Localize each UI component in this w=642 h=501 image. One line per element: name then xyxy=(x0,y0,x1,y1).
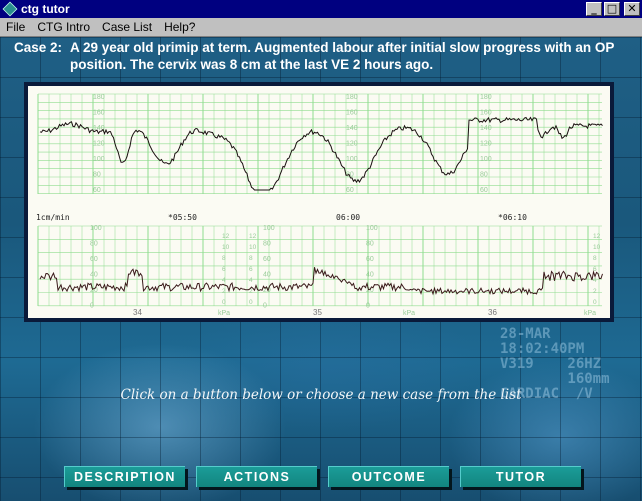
minimize-button[interactable]: _ xyxy=(586,2,602,16)
toco-scale-label: 40 xyxy=(366,272,374,279)
toco-scale-label: 40 xyxy=(263,272,271,279)
kpa-scale-label: 4 xyxy=(593,277,597,284)
kpa-scale-label: 12 xyxy=(593,233,601,240)
page-number: 36 xyxy=(488,308,497,317)
kpa-scale-label: 0 xyxy=(593,299,597,306)
fhr-scale-label: 120 xyxy=(480,141,492,148)
fhr-scale-label: 100 xyxy=(93,156,105,163)
paper-speed-label: 1cm/min xyxy=(36,213,70,222)
fhr-scale-label: 120 xyxy=(93,141,105,148)
page-number: 35 xyxy=(313,308,322,317)
menu-file[interactable]: File xyxy=(0,20,31,34)
fhr-scale-label: 180 xyxy=(346,94,358,101)
time-mark: *06:10 xyxy=(498,213,527,222)
ctg-trace-paper: 180 160 140 120 100 80 60 180 160 140 120 100 80 60 18… xyxy=(28,86,610,318)
case-label: Case 2: xyxy=(14,40,63,55)
kpa-scale-label: 10 xyxy=(222,244,230,251)
close-button[interactable]: ✕ xyxy=(624,2,640,16)
fhr-scale-label: 80 xyxy=(480,172,488,179)
kpa-unit-label: kPa xyxy=(218,310,230,317)
kpa-unit-label: kPa xyxy=(584,310,596,317)
kpa-scale-label: 4 xyxy=(222,277,226,284)
fhr-scale-label: 140 xyxy=(346,125,358,132)
instruction-text: Click on a button below or choose a new … xyxy=(120,387,522,403)
toco-scale-label: 60 xyxy=(366,256,374,263)
outcome-button[interactable]: OUTCOME xyxy=(328,466,449,487)
fhr-scale-label: 80 xyxy=(93,172,101,179)
kpa-scale-label: 12 xyxy=(249,233,257,240)
kpa-scale-label: 2 xyxy=(593,288,597,295)
fhr-scale-label: 140 xyxy=(480,125,492,132)
kpa-scale-label: 2 xyxy=(222,288,226,295)
toco-scale-label: 100 xyxy=(263,225,275,232)
ctg-trace-frame: 180 160 140 120 100 80 60 180 160 140 120 100 80 60 18… xyxy=(24,82,614,322)
toco-scale-label: 60 xyxy=(90,256,98,263)
main-stage: 28-MAR 18:02:40PM V319 26HZ 160mm CARDIA… xyxy=(0,37,642,501)
fhr-scale-label: 180 xyxy=(480,94,492,101)
toco-scale-label: 80 xyxy=(263,241,271,248)
fhr-scale-label: 160 xyxy=(93,110,105,117)
case-description: A 29 year old primip at term. Augmented … xyxy=(70,40,615,72)
toco-scale-label: 60 xyxy=(263,256,271,263)
fhr-scale-label: 60 xyxy=(480,187,488,194)
case-header: Case 2: A 29 year old primip at term. Au… xyxy=(14,39,634,73)
menu-case-list[interactable]: Case List xyxy=(96,20,158,34)
toco-scale-label: 80 xyxy=(90,241,98,248)
ctg-trace-image: 1801601401201008060180160140120100806018… xyxy=(36,93,603,317)
toco-scale-label: 0 xyxy=(90,303,94,310)
fhr-trace xyxy=(39,116,603,191)
tutor-button[interactable]: TUTOR xyxy=(460,466,581,487)
fhr-scale-label: 60 xyxy=(346,187,354,194)
kpa-scale-label: 6 xyxy=(249,266,253,273)
kpa-scale-label: 12 xyxy=(222,233,230,240)
toco-scale-label: 0 xyxy=(263,303,267,310)
time-mark: *05:50 xyxy=(168,213,197,222)
toco-scale-label: 40 xyxy=(90,272,98,279)
toco-scale-label: 0 xyxy=(366,303,370,310)
fhr-scale-label: 60 xyxy=(93,187,101,194)
toco-scale-label: 20 xyxy=(90,287,98,294)
window-title: ctg tutor xyxy=(21,2,70,16)
menu-help[interactable]: Help? xyxy=(158,20,201,34)
time-mark: 06:00 xyxy=(336,213,360,222)
page-number: 34 xyxy=(133,308,142,317)
kpa-scale-label: 8 xyxy=(249,255,253,262)
kpa-scale-label: 0 xyxy=(222,299,226,306)
actions-button[interactable]: ACTIONS xyxy=(196,466,317,487)
kpa-scale-label: 10 xyxy=(593,244,601,251)
kpa-scale-label: 6 xyxy=(222,266,226,273)
kpa-scale-label: 8 xyxy=(222,255,226,262)
title-bar: ctg tutor _ □ ✕ xyxy=(0,0,642,18)
kpa-scale-label: 10 xyxy=(249,244,257,251)
kpa-unit-label: kPa xyxy=(403,310,415,317)
description-button[interactable]: DESCRIPTION xyxy=(64,466,185,487)
kpa-scale-label: 4 xyxy=(249,277,253,284)
window-controls: _ □ ✕ xyxy=(586,2,640,16)
app-icon xyxy=(2,1,18,17)
maximize-button[interactable]: □ xyxy=(604,2,620,16)
toco-trace xyxy=(39,267,603,296)
fhr-scale-label: 100 xyxy=(346,156,358,163)
fhr-scale-label: 160 xyxy=(480,110,492,117)
toco-scale-label: 80 xyxy=(366,241,374,248)
toco-scale-label: 100 xyxy=(90,225,102,232)
menu-ctg-intro[interactable]: CTG Intro xyxy=(31,20,96,34)
kpa-scale-label: 0 xyxy=(249,299,253,306)
menu-bar: File CTG Intro Case List Help? xyxy=(0,18,642,37)
fhr-scale-label: 120 xyxy=(346,141,358,148)
fhr-scale-label: 160 xyxy=(346,110,358,117)
fhr-scale-label: 100 xyxy=(480,156,492,163)
case-buttons: DESCRIPTION ACTIONS OUTCOME TUTOR xyxy=(64,466,581,487)
fhr-scale-label: 180 xyxy=(93,94,105,101)
kpa-scale-label: 8 xyxy=(593,255,597,262)
toco-scale-label: 100 xyxy=(366,225,378,232)
